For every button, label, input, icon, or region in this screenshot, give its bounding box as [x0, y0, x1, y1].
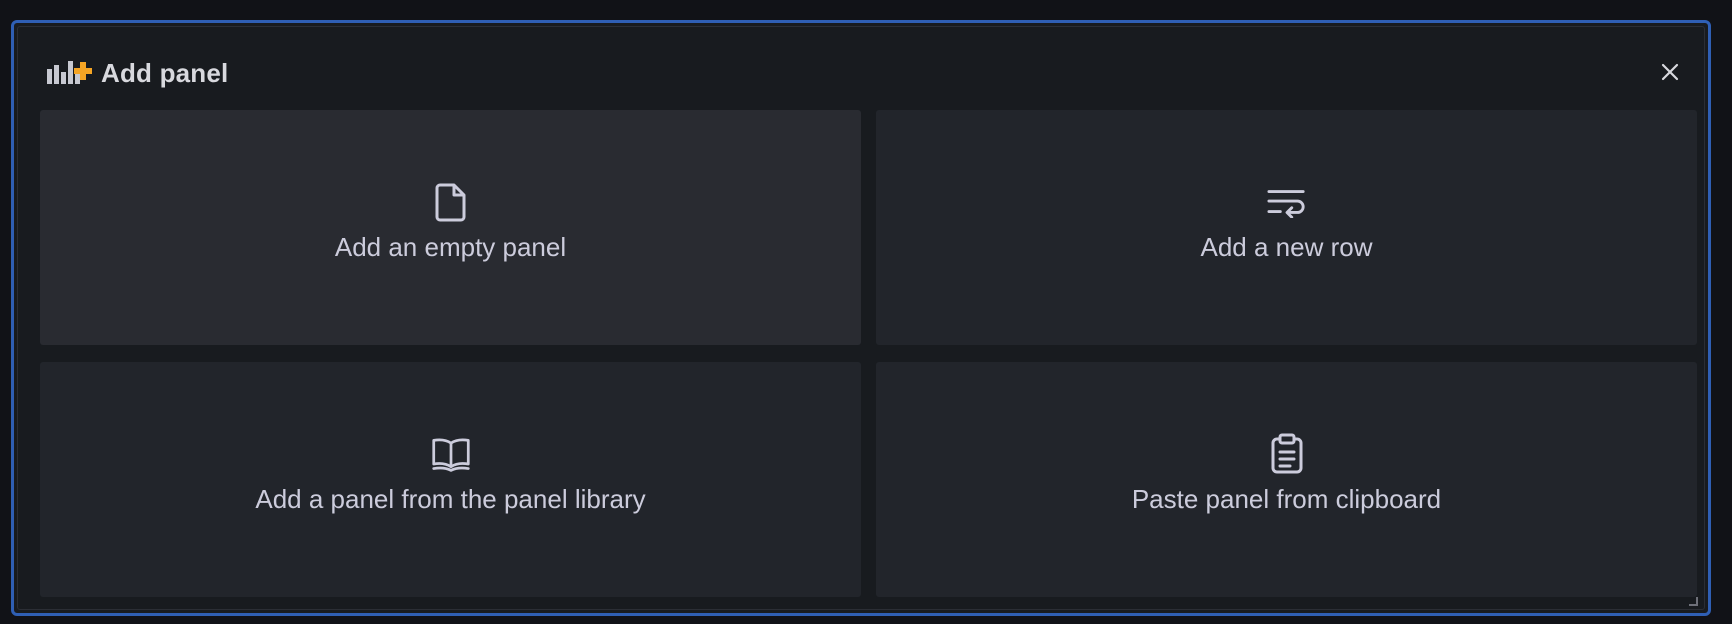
dialog-header: Add panel: [45, 53, 228, 93]
add-empty-panel-button[interactable]: Add an empty panel: [40, 110, 861, 345]
resize-handle[interactable]: [1688, 593, 1698, 606]
options-grid: Add an empty panel Add a new row Add a p…: [40, 110, 1697, 597]
add-panel-icon: [45, 58, 95, 88]
close-button[interactable]: [1655, 57, 1685, 87]
clipboard-icon: [1267, 433, 1307, 474]
add-new-row-button[interactable]: Add a new row: [876, 110, 1697, 345]
add-empty-panel-label: Add an empty panel: [334, 232, 567, 262]
add-panel-from-library-button[interactable]: Add a panel from the panel library: [40, 362, 861, 597]
add-panel-from-library-label: Add a panel from the panel library: [255, 484, 646, 514]
paste-panel-label: Paste panel from clipboard: [1131, 484, 1442, 514]
file-blank-icon: [431, 182, 471, 222]
dialog-title: Add panel: [101, 57, 229, 88]
add-new-row-label: Add a new row: [1200, 232, 1373, 262]
paste-panel-button[interactable]: Paste panel from clipboard: [876, 362, 1697, 597]
close-icon: [1661, 63, 1679, 81]
wrap-text-icon: [1266, 182, 1307, 222]
add-panel-dialog: Add panel Add an empty panel Add a new r…: [11, 20, 1711, 616]
book-open-icon: [431, 434, 471, 474]
add-panel-body: Add panel Add an empty panel Add a new r…: [17, 26, 1705, 610]
